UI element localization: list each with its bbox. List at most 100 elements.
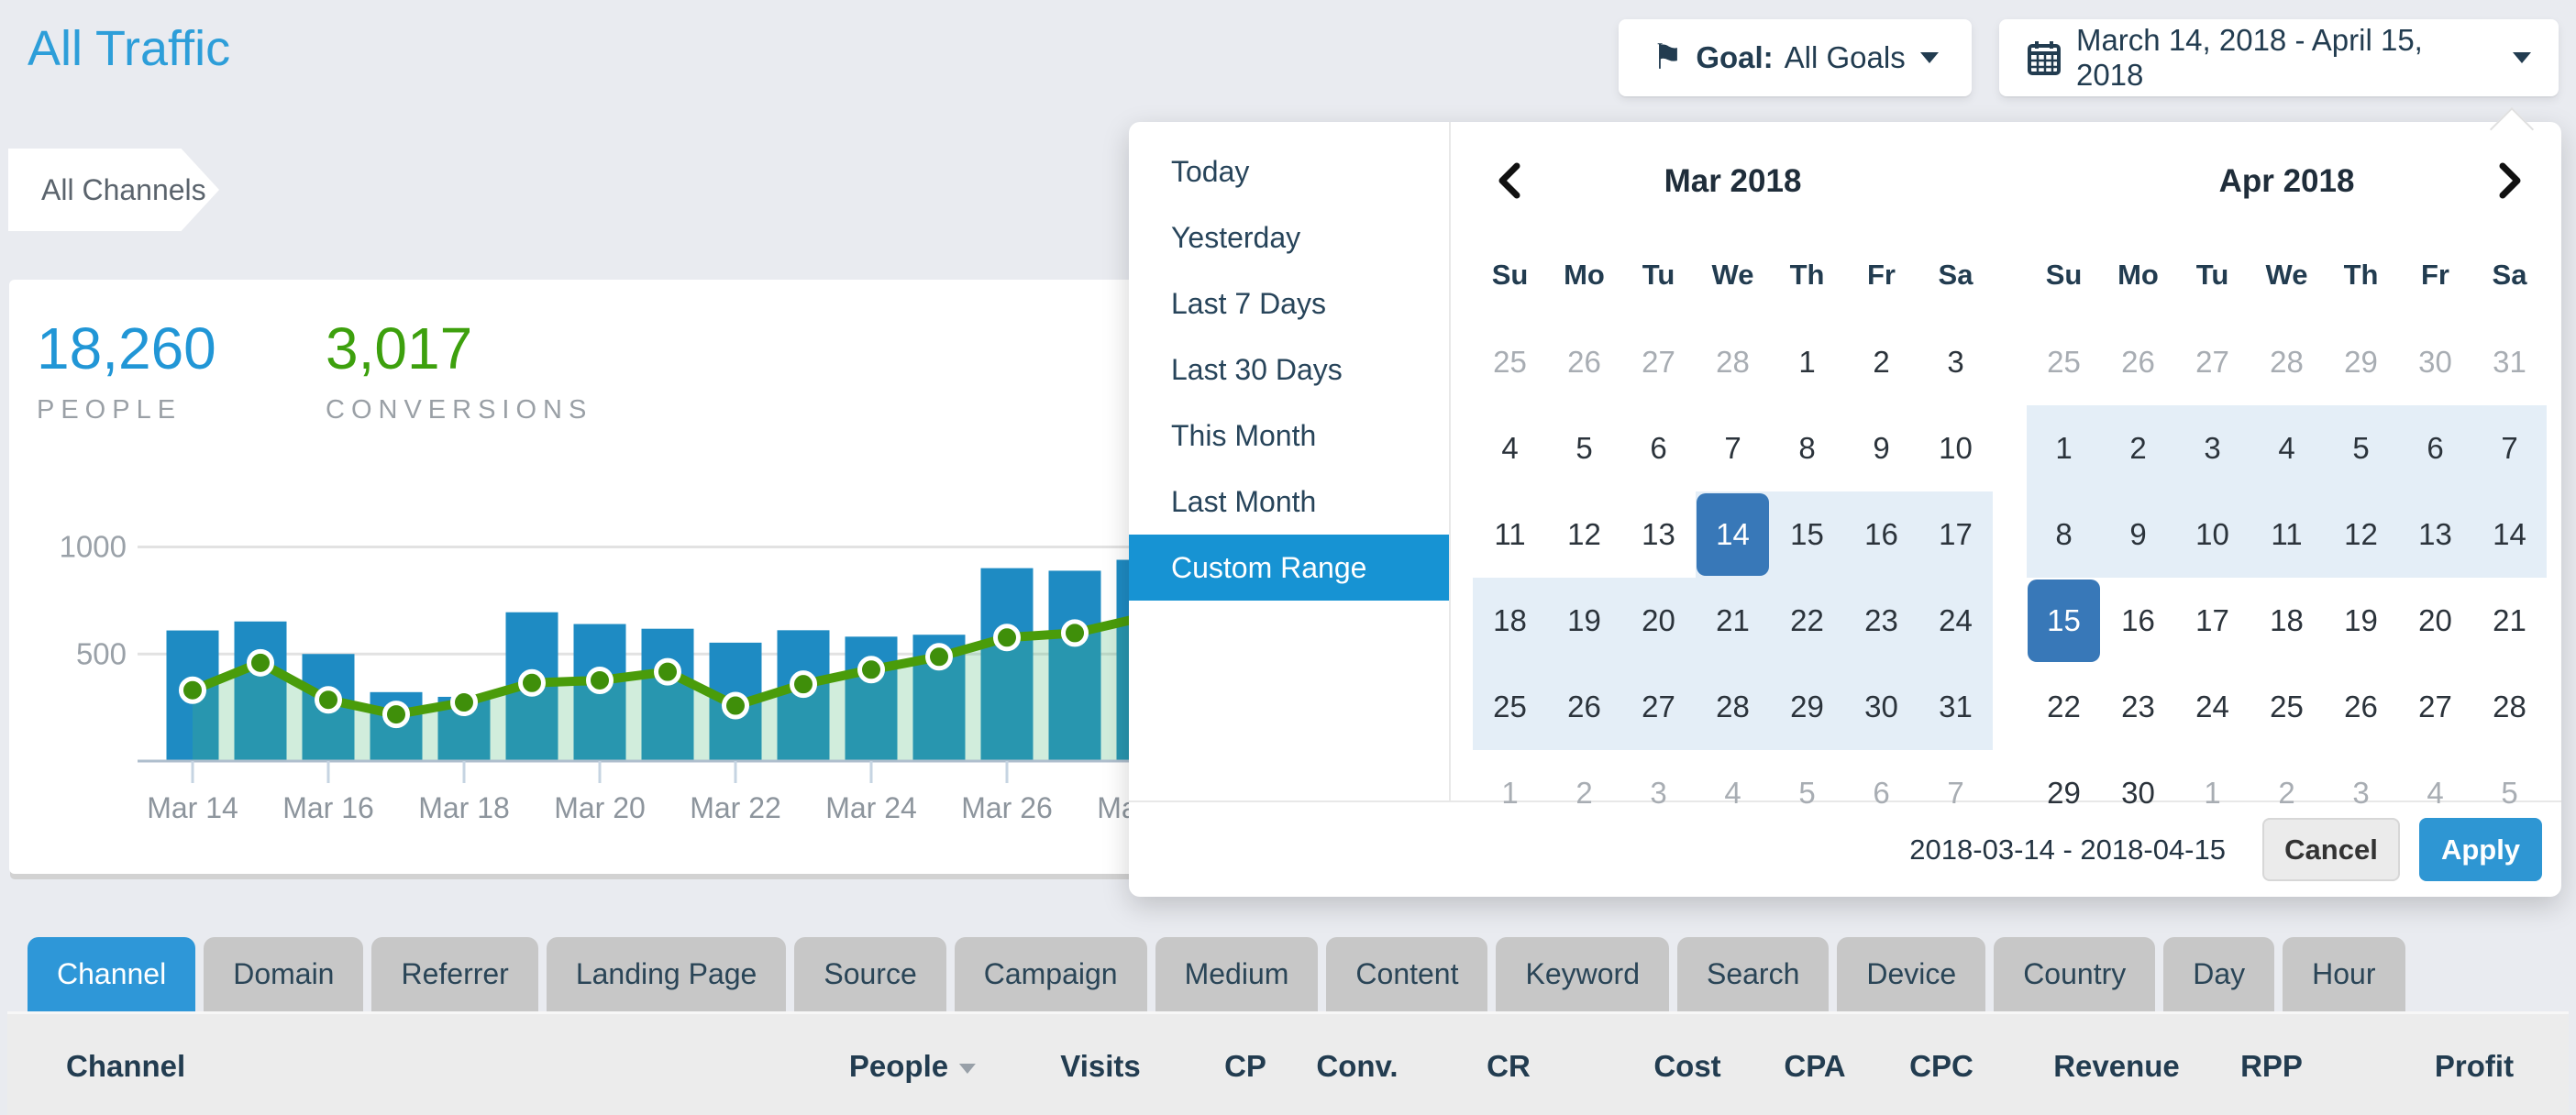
- calendar-day[interactable]: 29: [2324, 319, 2398, 405]
- column-header-people[interactable]: People: [849, 1014, 976, 1115]
- datepicker-preset-yesterday[interactable]: Yesterday: [1129, 204, 1449, 270]
- breadcrumb[interactable]: All Channels: [8, 149, 219, 231]
- calendar-day[interactable]: 9: [2101, 491, 2175, 578]
- column-header-profit[interactable]: Profit: [2435, 1014, 2514, 1115]
- date-range-button[interactable]: March 14, 2018 - April 15, 2018: [1999, 19, 2559, 96]
- calendar-day[interactable]: 11: [1473, 491, 1547, 578]
- calendar-day[interactable]: 13: [2398, 491, 2472, 578]
- calendar-day[interactable]: 16: [1844, 491, 1918, 578]
- cancel-button[interactable]: Cancel: [2262, 818, 2400, 881]
- calendar-day[interactable]: 4: [1473, 405, 1547, 491]
- calendar-day[interactable]: 24: [2175, 664, 2250, 750]
- calendar-day[interactable]: 26: [2324, 664, 2398, 750]
- datepicker-preset-this-month[interactable]: This Month: [1129, 403, 1449, 469]
- calendar-day[interactable]: 19: [2324, 578, 2398, 664]
- calendar-day[interactable]: 3: [1918, 319, 1993, 405]
- calendar-day[interactable]: 28: [2250, 319, 2324, 405]
- calendar-day[interactable]: 28: [1696, 319, 1770, 405]
- calendar-day-selected[interactable]: 15: [2027, 578, 2101, 664]
- tab-medium[interactable]: Medium: [1155, 937, 1319, 1011]
- calendar-day[interactable]: 8: [2027, 491, 2101, 578]
- conversions-point-mar-26[interactable]: [996, 626, 1019, 649]
- calendar-day[interactable]: 10: [2175, 491, 2250, 578]
- column-header-rpp[interactable]: RPP: [2240, 1014, 2303, 1115]
- calendar-day[interactable]: 31: [1918, 664, 1993, 750]
- calendar-day[interactable]: 24: [1918, 578, 1993, 664]
- column-header-cp[interactable]: CP: [1224, 1014, 1266, 1115]
- column-header-cost[interactable]: Cost: [1653, 1014, 1720, 1115]
- column-header-cpc[interactable]: CPC: [1909, 1014, 1973, 1115]
- calendar-day[interactable]: 2: [2101, 405, 2175, 491]
- calendar-day[interactable]: 6: [1621, 405, 1696, 491]
- tab-search[interactable]: Search: [1677, 937, 1829, 1011]
- tab-hour[interactable]: Hour: [2283, 937, 2405, 1011]
- calendar-day[interactable]: 29: [1770, 664, 1844, 750]
- calendar-day[interactable]: 8: [1770, 405, 1844, 491]
- calendar-day[interactable]: 7: [1696, 405, 1770, 491]
- calendar-day[interactable]: 22: [1770, 578, 1844, 664]
- conversions-point-mar-23[interactable]: [792, 673, 815, 696]
- column-header-cpa[interactable]: CPA: [1784, 1014, 1845, 1115]
- column-header-visits[interactable]: Visits: [1060, 1014, 1140, 1115]
- column-header-channel[interactable]: Channel: [66, 1014, 185, 1115]
- calendar-day[interactable]: 1: [1770, 319, 1844, 405]
- tab-content[interactable]: Content: [1326, 937, 1487, 1011]
- calendar-day[interactable]: 25: [2250, 664, 2324, 750]
- conversions-point-mar-20[interactable]: [589, 668, 612, 691]
- calendar-day[interactable]: 7: [2472, 405, 2547, 491]
- calendar-day[interactable]: 9: [1844, 405, 1918, 491]
- calendar-day[interactable]: 30: [2398, 319, 2472, 405]
- conversions-point-mar-27[interactable]: [1064, 622, 1087, 645]
- tab-keyword[interactable]: Keyword: [1496, 937, 1669, 1011]
- calendar-day[interactable]: 18: [2250, 578, 2324, 664]
- conversions-point-mar-24[interactable]: [860, 658, 883, 681]
- calendar-day[interactable]: 22: [2027, 664, 2101, 750]
- calendar-day[interactable]: 23: [1844, 578, 1918, 664]
- datepicker-preset-custom-range[interactable]: Custom Range: [1129, 535, 1449, 601]
- column-header-revenue[interactable]: Revenue: [2053, 1014, 2180, 1115]
- calendar-day[interactable]: 16: [2101, 578, 2175, 664]
- calendar-day[interactable]: 3: [2175, 405, 2250, 491]
- conversions-point-mar-18[interactable]: [453, 691, 476, 714]
- column-header-conv[interactable]: Conv.: [1316, 1014, 1398, 1115]
- calendar-day[interactable]: 17: [1918, 491, 1993, 578]
- calendar-day[interactable]: 30: [1844, 664, 1918, 750]
- next-month-icon[interactable]: [2490, 159, 2530, 203]
- calendar-day[interactable]: 13: [1621, 491, 1696, 578]
- calendar-day[interactable]: 18: [1473, 578, 1547, 664]
- calendar-day[interactable]: 17: [2175, 578, 2250, 664]
- calendar-day[interactable]: 31: [2472, 319, 2547, 405]
- calendar-day[interactable]: 25: [1473, 664, 1547, 750]
- calendar-day[interactable]: 4: [2250, 405, 2324, 491]
- conversions-point-mar-14[interactable]: [182, 679, 205, 701]
- conversions-point-mar-25[interactable]: [928, 646, 951, 668]
- calendar-day-selected[interactable]: 14: [1696, 491, 1770, 578]
- tab-source[interactable]: Source: [794, 937, 945, 1011]
- prev-month-icon[interactable]: [1489, 159, 1530, 203]
- conversions-point-mar-17[interactable]: [385, 703, 408, 726]
- calendar-day[interactable]: 20: [2398, 578, 2472, 664]
- tab-campaign[interactable]: Campaign: [955, 937, 1147, 1011]
- datepicker-preset-last-month[interactable]: Last Month: [1129, 469, 1449, 535]
- calendar-day[interactable]: 21: [2472, 578, 2547, 664]
- calendar-day[interactable]: 2: [1844, 319, 1918, 405]
- conversions-point-mar-22[interactable]: [724, 694, 747, 717]
- calendar-day[interactable]: 6: [2398, 405, 2472, 491]
- calendar-day[interactable]: 23: [2101, 664, 2175, 750]
- calendar-day[interactable]: 1: [2027, 405, 2101, 491]
- goal-dropdown-button[interactable]: ⚑ Goal: All Goals: [1619, 19, 1972, 96]
- calendar-day[interactable]: 21: [1696, 578, 1770, 664]
- calendar-day[interactable]: 12: [2324, 491, 2398, 578]
- calendar-day[interactable]: 28: [1696, 664, 1770, 750]
- calendar-day[interactable]: 5: [1547, 405, 1621, 491]
- calendar-day[interactable]: 5: [2324, 405, 2398, 491]
- tab-domain[interactable]: Domain: [204, 937, 363, 1011]
- calendar-day[interactable]: 26: [1547, 664, 1621, 750]
- calendar-day[interactable]: 27: [2398, 664, 2472, 750]
- calendar-day[interactable]: 27: [1621, 319, 1696, 405]
- calendar-day[interactable]: 27: [1621, 664, 1696, 750]
- apply-button[interactable]: Apply: [2419, 818, 2542, 881]
- calendar-day[interactable]: 19: [1547, 578, 1621, 664]
- calendar-day[interactable]: 28: [2472, 664, 2547, 750]
- datepicker-preset-last-30-days[interactable]: Last 30 Days: [1129, 337, 1449, 403]
